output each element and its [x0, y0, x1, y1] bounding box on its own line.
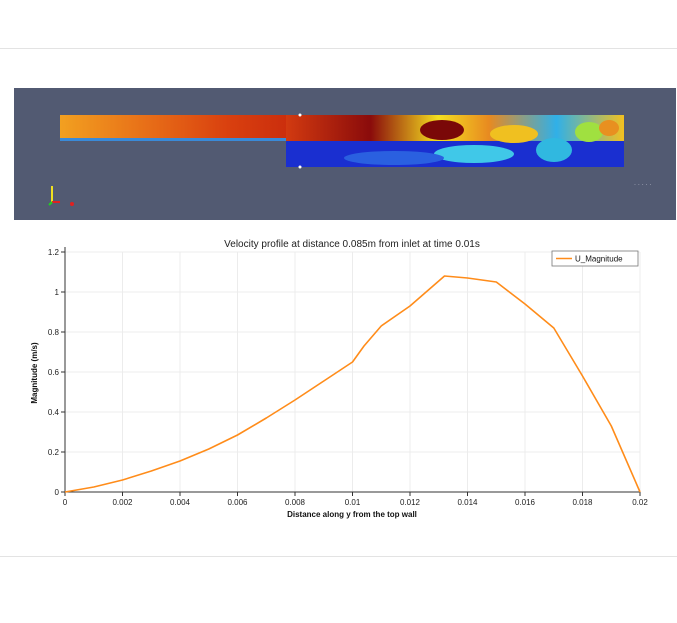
- vortex-green: [575, 122, 603, 142]
- x-tick-label: 0.01: [345, 498, 361, 507]
- orientation-axes-icon: [48, 186, 74, 206]
- y-tick-label: 0.8: [48, 328, 60, 337]
- x-axis-label: Distance along y from the top wall: [287, 510, 417, 519]
- bottom-divider: [0, 556, 677, 557]
- line-chart: 00.20.40.60.811.2 0 0.002 0.004 0.006 0.008 0…: [30, 239, 648, 519]
- y-tick-label: 0.4: [48, 408, 60, 417]
- legend-label: U_Magnitude: [575, 255, 623, 264]
- legend: U_Magnitude: [551, 250, 639, 267]
- inlet-channel: [60, 115, 300, 140]
- y-tick-label: 0.6: [48, 368, 60, 377]
- x-tick-label: 0.004: [170, 498, 191, 507]
- x-tick-label: 0.018: [572, 498, 593, 507]
- vortex-orange: [599, 120, 619, 136]
- flow-simulation-view: . . . . .: [14, 88, 676, 220]
- x-tick-label: 0.002: [112, 498, 133, 507]
- top-divider: [0, 48, 677, 49]
- x-tick-label: 0.006: [227, 498, 248, 507]
- view-dots: . . . . .: [634, 180, 652, 187]
- probe-point-top: [298, 113, 302, 117]
- y-tick-label: 0: [55, 488, 60, 497]
- vortex-yellow: [490, 125, 538, 143]
- x-axis-ticks: 0 0.002 0.004 0.006 0.008 0.01 0.012 0.014 0.016…: [63, 492, 648, 507]
- y-axis-label: Magnitude (m/s): [30, 342, 39, 404]
- chart-title: Velocity profile at distance 0.085m from…: [224, 239, 480, 250]
- vortex-blue-low: [344, 151, 444, 165]
- x-tick-label: 0.014: [457, 498, 478, 507]
- vortex-cyan: [434, 145, 514, 163]
- grid: [64, 251, 641, 493]
- inlet-wall-edge: [60, 138, 300, 141]
- y-axis-ticks: 0 0.2 0.4 0.6 0.8 1 1.2: [48, 248, 65, 497]
- probe-point-bottom: [298, 165, 302, 169]
- y-tick-label: 1: [55, 288, 60, 297]
- vortex-teal: [536, 138, 572, 162]
- x-tick-label: 0.02: [632, 498, 648, 507]
- y-tick-label: 0.2: [48, 448, 60, 457]
- x-tick-label: 0.008: [285, 498, 306, 507]
- x-tick-label: 0.016: [515, 498, 536, 507]
- x-tick-label: 0: [63, 498, 68, 507]
- y-tick-label: 1.2: [48, 248, 60, 257]
- x-tick-label: 0.012: [400, 498, 421, 507]
- velocity-field-render: . . . . .: [48, 113, 652, 206]
- vortex-dark: [420, 120, 464, 140]
- step-corner: [60, 141, 286, 171]
